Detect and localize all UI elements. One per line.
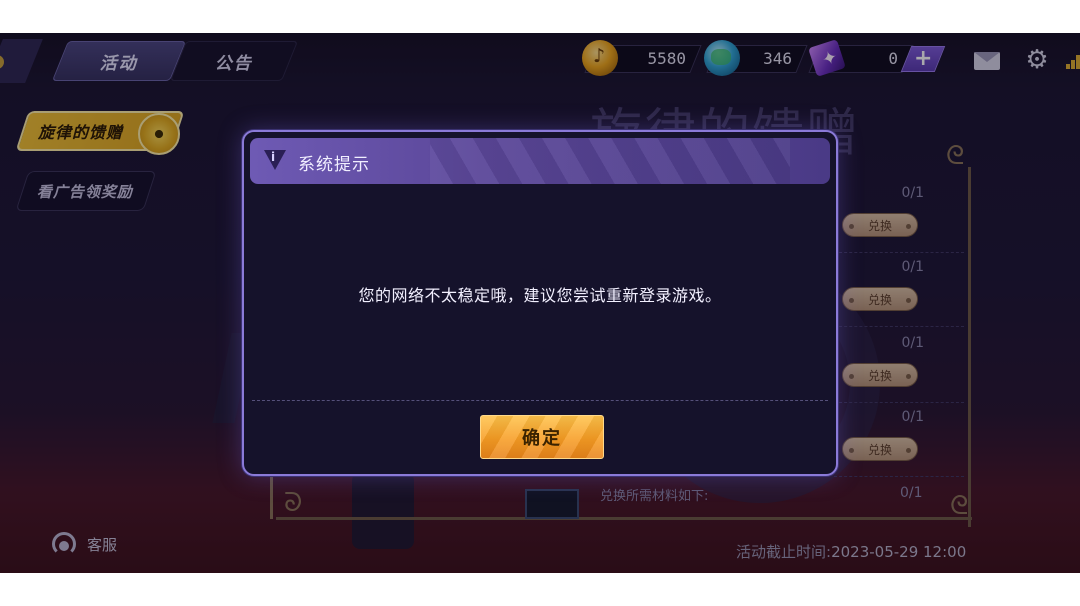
dialog-header: i 系统提示 (250, 138, 830, 184)
dialog-message: 您的网络不太稳定哦，建议您尝试重新登录游戏。 (358, 286, 722, 305)
dialog-title: 系统提示 (298, 155, 370, 175)
confirm-button[interactable]: 确定 (480, 415, 604, 459)
game-screen: 旋律的馈赠 ᘓ ᘓ ᘐ 0/1 兑换 0/1 兑换 0/1 兑换 0/1 兑换 … (0, 33, 1080, 573)
dialog-divider (252, 400, 828, 401)
system-dialog: i 系统提示 您的网络不太稳定哦，建议您尝试重新登录游戏。 确定 (242, 130, 838, 476)
